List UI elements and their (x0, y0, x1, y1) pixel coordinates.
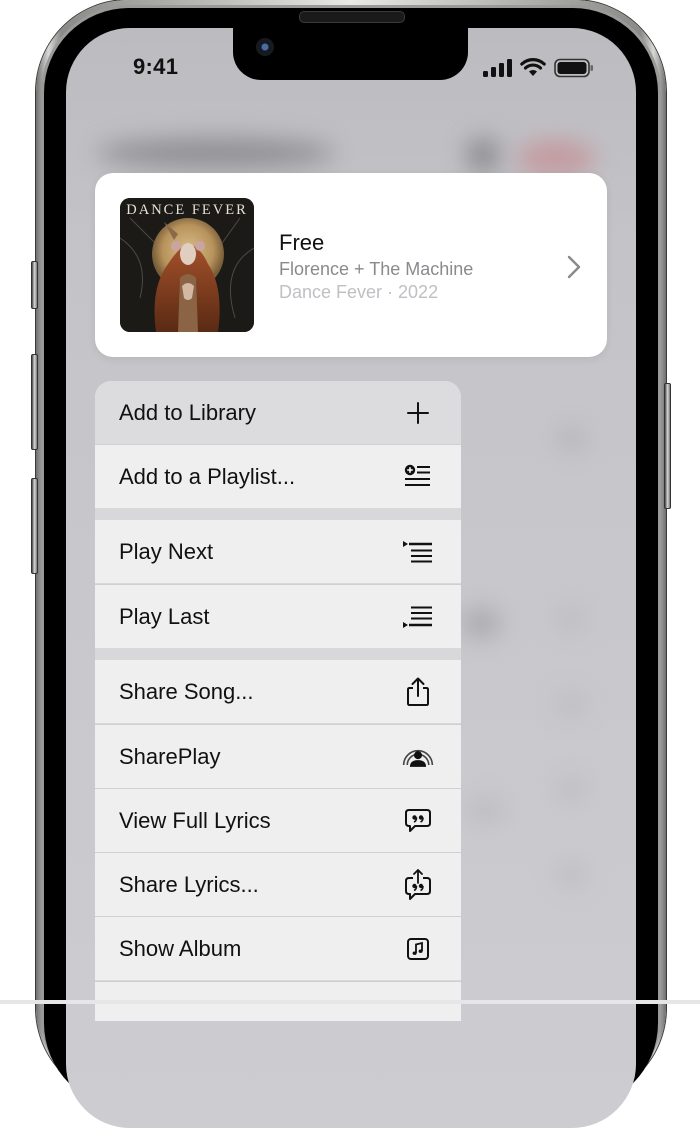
plus-icon (401, 396, 435, 430)
cellular-signal-icon (483, 59, 512, 77)
menu-item-label: Play Last (119, 603, 210, 629)
shareplay-icon (401, 740, 435, 774)
status-time: 9:41 (133, 54, 179, 79)
menu-item-label: Share Lyrics... (119, 871, 259, 897)
album-icon (401, 932, 435, 966)
blurred-button (516, 140, 596, 176)
blurred-row (556, 693, 586, 715)
menu-item-label: Play Next (119, 538, 214, 564)
menu-item-play-next[interactable]: Play Next (95, 520, 461, 583)
blurred-row (556, 608, 586, 630)
menu-item-label: Add to Library (119, 399, 256, 425)
play-last-icon (401, 600, 435, 634)
menu-item-share-lyrics[interactable]: Share Lyrics... (95, 853, 461, 916)
volume-down-button (31, 478, 38, 574)
action-button (31, 261, 38, 309)
add-to-playlist-icon (401, 460, 435, 494)
menu-item-label: Add to a Playlist... (119, 463, 296, 489)
chevron-right-icon[interactable] (565, 255, 583, 279)
album-artwork: DANCE FEVER (120, 198, 254, 332)
volume-up-button (31, 354, 38, 450)
blurred-row (556, 778, 586, 800)
menu-item-add-to-playlist[interactable]: Add to a Playlist... (95, 445, 461, 508)
blurred-row (461, 608, 501, 638)
earpiece-speaker (299, 11, 405, 23)
menu-item-view-full-lyrics[interactable]: View Full Lyrics (95, 789, 461, 852)
blurred-icon (466, 138, 500, 172)
blurred-row (556, 863, 586, 885)
menu-item-add-to-library[interactable]: Add to Library (95, 381, 461, 444)
menu-item-share-song[interactable]: Share Song... (95, 660, 461, 723)
song-title: Free (279, 230, 325, 255)
song-artist: Florence + The Machine (279, 259, 474, 279)
song-album-year: Dance Fever · 2022 (279, 282, 439, 302)
menu-item-show-album[interactable]: Show Album (95, 917, 461, 980)
menu-item-label: Show Album (119, 935, 242, 961)
blurred-header (96, 138, 336, 168)
context-menu: Add to Library Add to a Playlist... Play… (95, 381, 461, 1021)
lyrics-icon (401, 804, 435, 838)
status-icons (482, 58, 594, 78)
front-camera (256, 38, 274, 56)
blurred-row (466, 798, 506, 822)
album-art-title: DANCE FEVER (126, 202, 248, 218)
song-preview-card[interactable]: DANCE FEVER Free Florence + The Machine … (95, 173, 607, 357)
battery-icon (554, 58, 593, 78)
wifi-icon (520, 58, 546, 76)
menu-item-label: SharePlay (119, 743, 221, 769)
menu-item-play-last[interactable]: Play Last (95, 585, 461, 648)
menu-item-shareplay[interactable]: SharePlay (95, 725, 461, 788)
share-lyrics-icon (401, 868, 435, 902)
blurred-row (556, 428, 586, 450)
power-button (664, 383, 671, 509)
play-next-icon (401, 535, 435, 569)
menu-item-label: Share Song... (119, 678, 254, 704)
page-bottom-edge (0, 1000, 700, 1004)
menu-item-label: View Full Lyrics (119, 807, 271, 833)
share-icon (401, 675, 435, 709)
